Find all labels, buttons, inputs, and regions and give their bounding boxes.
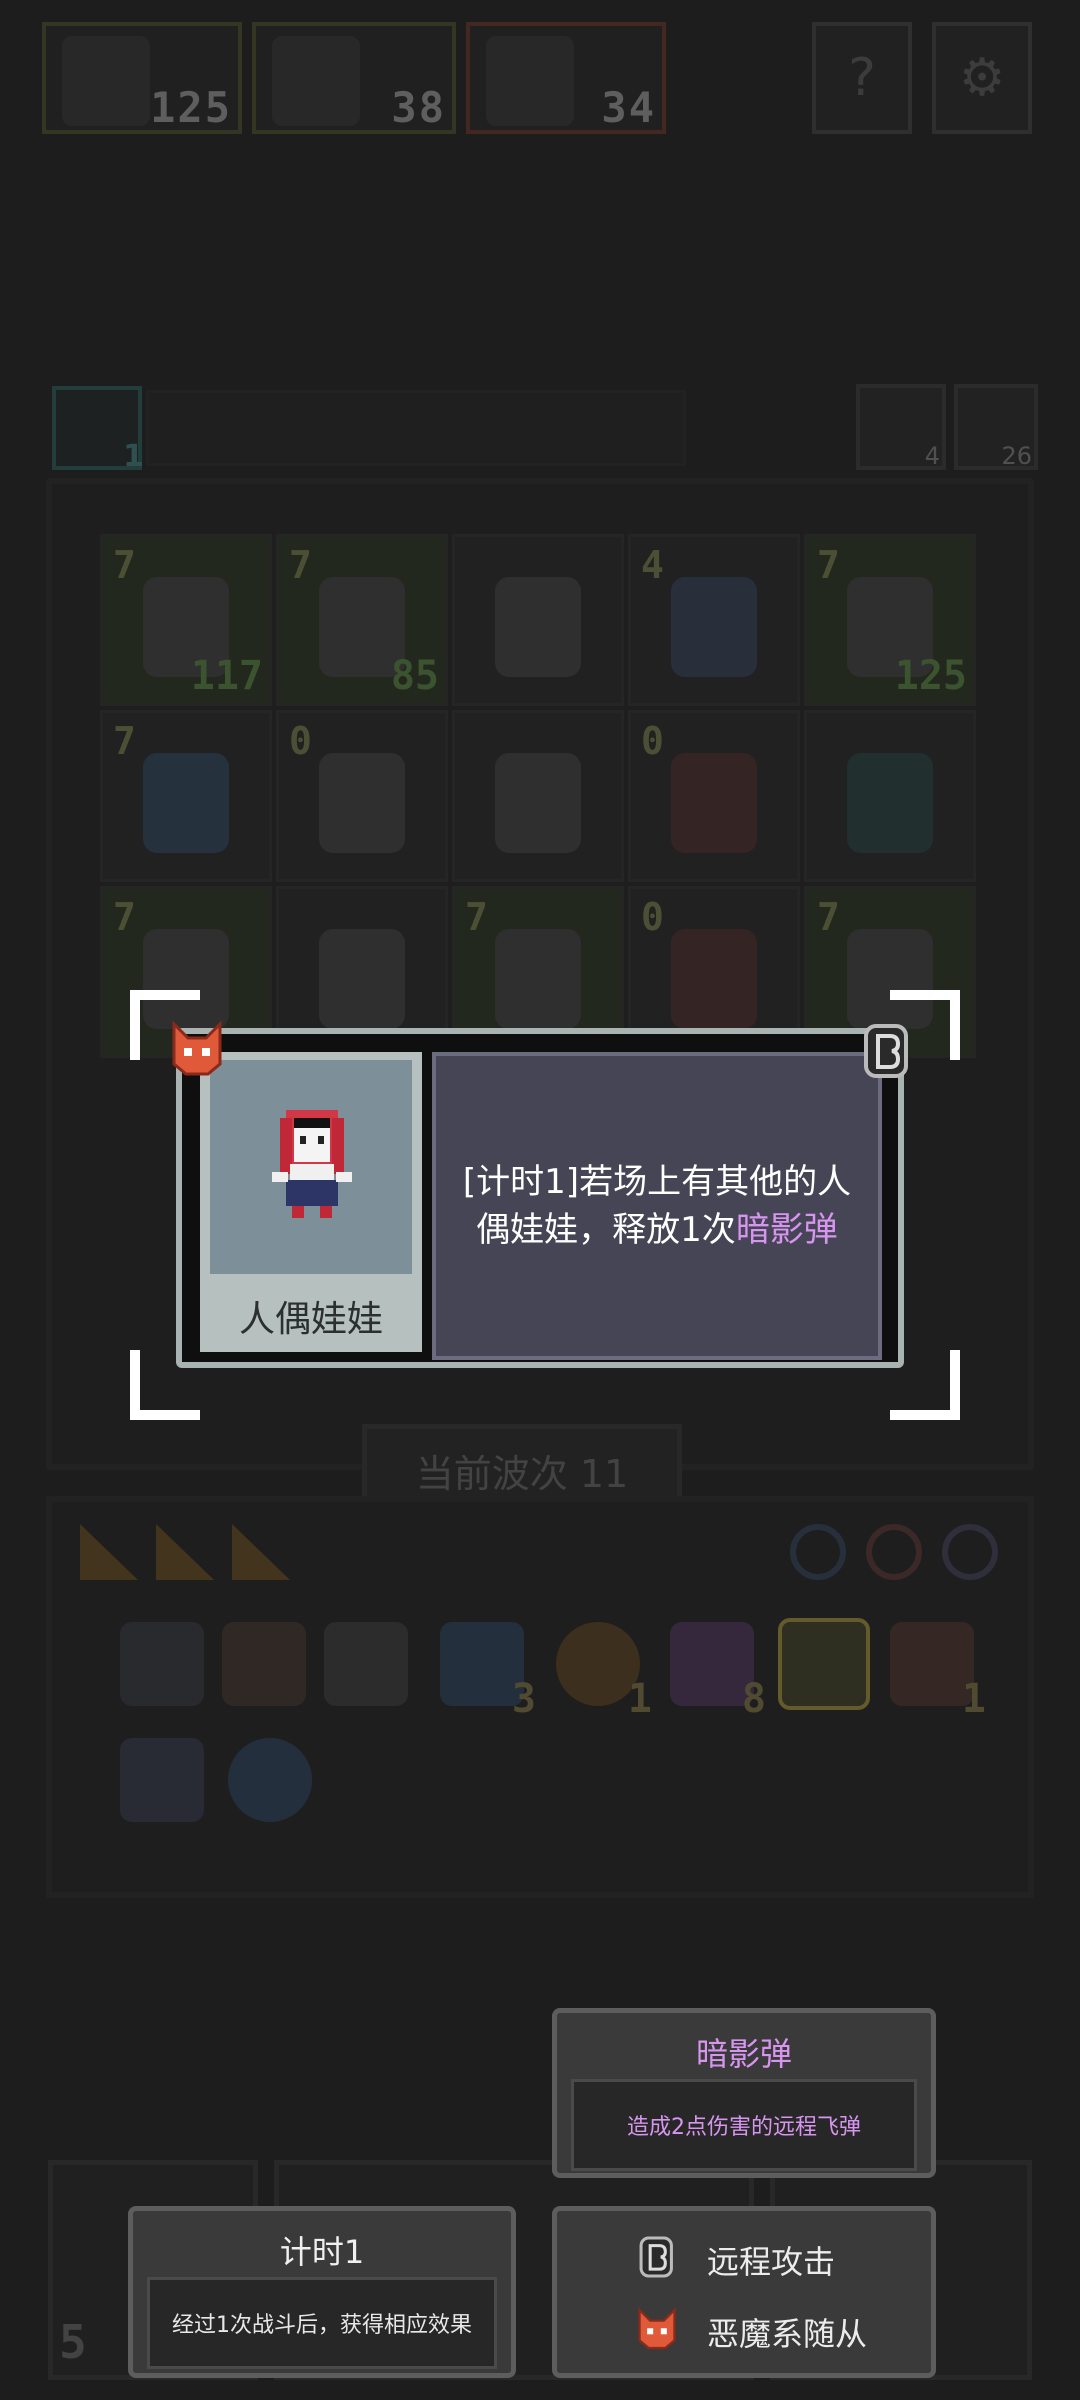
board-cell[interactable]: 7 [100, 710, 272, 882]
shadow-bolt-tooltip: 暗影弹 造成2点伤害的远程飞弹 [552, 2008, 936, 2178]
item-slot[interactable] [324, 1622, 408, 1706]
progress-bar [146, 390, 686, 466]
unit-portrait [210, 1060, 412, 1274]
board-cell[interactable]: 0 [628, 710, 800, 882]
board-cell[interactable] [452, 534, 624, 706]
board-cell[interactable]: 7 117 [100, 534, 272, 706]
unit-sprite [671, 929, 757, 1029]
unit-sprite [319, 753, 405, 853]
key-count: 26 [1001, 442, 1032, 470]
hero-count: 125 [150, 83, 232, 132]
hero-card-1[interactable]: 125 [42, 22, 242, 134]
board-cell[interactable]: 4 [628, 534, 800, 706]
board-cell[interactable]: 7 85 [276, 534, 448, 706]
unit-sprite [671, 753, 757, 853]
clock-icon: 1 [52, 386, 144, 474]
ranged-icon [635, 2235, 679, 2279]
help-icon: ? [848, 48, 876, 108]
timer-tooltip: 计时1 经过1次战斗后，获得相应效果 [128, 2206, 516, 2378]
orb-slots [790, 1524, 1010, 1584]
item-slot[interactable] [778, 1618, 870, 1710]
unit-sprite [495, 577, 581, 677]
settings-button[interactable]: ⚙ [932, 22, 1032, 134]
tooltip-title: 计时1 [279, 2233, 365, 2271]
tooltip-body: 造成2点伤害的远程飞弹 [571, 2079, 917, 2171]
item-slot[interactable] [120, 1738, 204, 1822]
tooltip-body: 经过1次战斗后，获得相应效果 [147, 2277, 497, 2369]
board-cell[interactable]: 7 125 [804, 534, 976, 706]
hero-count: 38 [391, 83, 446, 132]
unit-name: 人偶娃娃 [238, 1299, 383, 1340]
item-slot[interactable]: 1 [890, 1622, 986, 1722]
item-slot[interactable] [222, 1622, 306, 1706]
refresh-button[interactable]: 4 [856, 384, 946, 470]
hero-count: 34 [601, 83, 656, 132]
item-grid: 3 1 8 1 [110, 1612, 990, 1832]
help-button[interactable]: ? [812, 22, 912, 134]
board-cell[interactable]: 0 [276, 710, 448, 882]
ability-description: [计时1]若场上有其他的人偶娃娃，释放1次暗影弹 [432, 1052, 882, 1360]
unit-sprite [143, 753, 229, 853]
tooltip-title: 暗影弹 [695, 2035, 792, 2073]
hero-card-2[interactable]: 38 [252, 22, 456, 134]
item-slot[interactable] [120, 1622, 204, 1706]
demon-icon [168, 1020, 226, 1078]
ranged-icon [858, 1022, 916, 1080]
unit-info-popup[interactable]: 人偶娃娃 [计时1]若场上有其他的人偶娃娃，释放1次暗影弹 [176, 1028, 904, 1368]
item-slot[interactable] [228, 1738, 312, 1822]
unit-sprite [319, 929, 405, 1029]
tag-demon-label: 恶魔系随从 [707, 2315, 868, 2353]
unit-sprite [847, 753, 933, 853]
hero-portrait [272, 36, 360, 126]
ability-keyword[interactable]: 暗影弹 [736, 1210, 838, 1250]
demon-icon [635, 2307, 679, 2351]
key-icon: 26 [954, 384, 1038, 470]
refresh-count: 4 [924, 442, 940, 470]
hero-portrait [486, 36, 574, 126]
board-cell[interactable] [804, 710, 976, 882]
tag-ranged-label: 远程攻击 [707, 2243, 836, 2281]
shop-card-number: 5 [59, 2315, 87, 2369]
unit-portrait-panel: 人偶娃娃 [200, 1052, 422, 1352]
tags-tooltip: 远程攻击 恶魔系随从 [552, 2206, 936, 2378]
board-cell[interactable] [452, 710, 624, 882]
rank-flags [80, 1520, 300, 1584]
hero-portrait [62, 36, 150, 126]
item-slot[interactable]: 3 [440, 1622, 536, 1722]
hero-card-3[interactable]: 34 [466, 22, 666, 134]
item-slot[interactable]: 1 [556, 1622, 652, 1722]
unit-sprite [495, 929, 581, 1029]
unit-sprite [671, 577, 757, 677]
item-slot[interactable]: 8 [670, 1622, 766, 1722]
gear-icon: ⚙ [958, 48, 1006, 108]
clock-value: 1 [123, 439, 144, 474]
unit-sprite [495, 753, 581, 853]
